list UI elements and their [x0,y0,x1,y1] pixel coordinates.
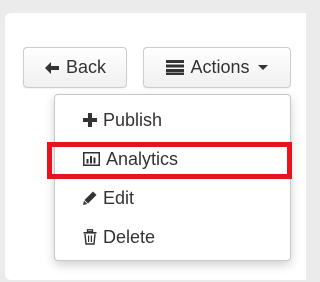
back-button-label: Back [65,57,107,77]
list-icon [166,60,185,75]
menu-item-label: Analytics [106,148,179,169]
menu-item-label: Delete [103,226,156,247]
pencil-icon [83,191,97,205]
menu-item-publish[interactable]: Publish [83,106,162,134]
menu-item-delete[interactable]: Delete [83,223,155,251]
menu-item-label: Publish [103,109,163,130]
trash-icon [83,229,97,245]
actions-button-label: Actions [190,57,250,77]
chevron-down-icon [257,65,268,70]
actions-dropdown-button[interactable]: Actions [143,47,291,88]
menu-item-label: Edit [103,187,135,208]
arrow-left-icon [44,61,60,75]
bar-chart-icon [83,152,100,166]
menu-item-edit[interactable]: Edit [83,184,134,212]
menu-item-analytics[interactable]: Analytics [83,145,178,173]
actions-dropdown-menu: Publish Analytics Edit Delete [54,94,291,261]
plus-icon [83,113,97,127]
back-button[interactable]: Back [23,47,127,88]
